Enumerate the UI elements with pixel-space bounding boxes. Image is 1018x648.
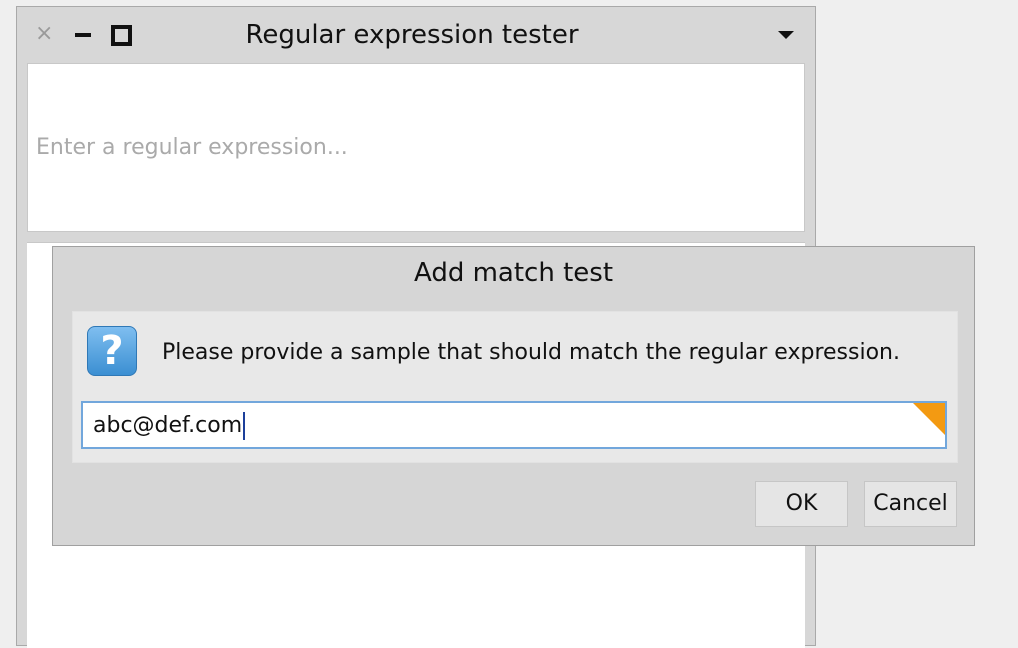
text-caret [243,412,246,440]
sample-input-text: abc@def.com [93,413,243,438]
field-status-flag-icon [913,403,945,435]
cancel-button[interactable]: Cancel [864,481,957,527]
window-title: Regular expression tester [245,20,579,50]
sample-input-value: abc@def.com [93,412,246,440]
window-titlebar[interactable]: × Regular expression tester [17,7,815,63]
question-icon: ? [87,326,137,376]
regex-input[interactable]: Enter a regular expression... [27,63,805,232]
sample-input[interactable]: abc@def.com [81,401,947,449]
regex-input-placeholder: Enter a regular expression... [36,135,348,160]
ok-button[interactable]: OK [755,481,848,527]
add-match-test-dialog: Add match test ? Please provide a sample… [52,246,975,546]
dialog-title: Add match test [413,258,614,288]
dialog-content: ? Please provide a sample that should ma… [72,311,958,463]
chevron-down-icon[interactable] [778,31,794,39]
dialog-prompt: Please provide a sample that should matc… [162,340,900,365]
